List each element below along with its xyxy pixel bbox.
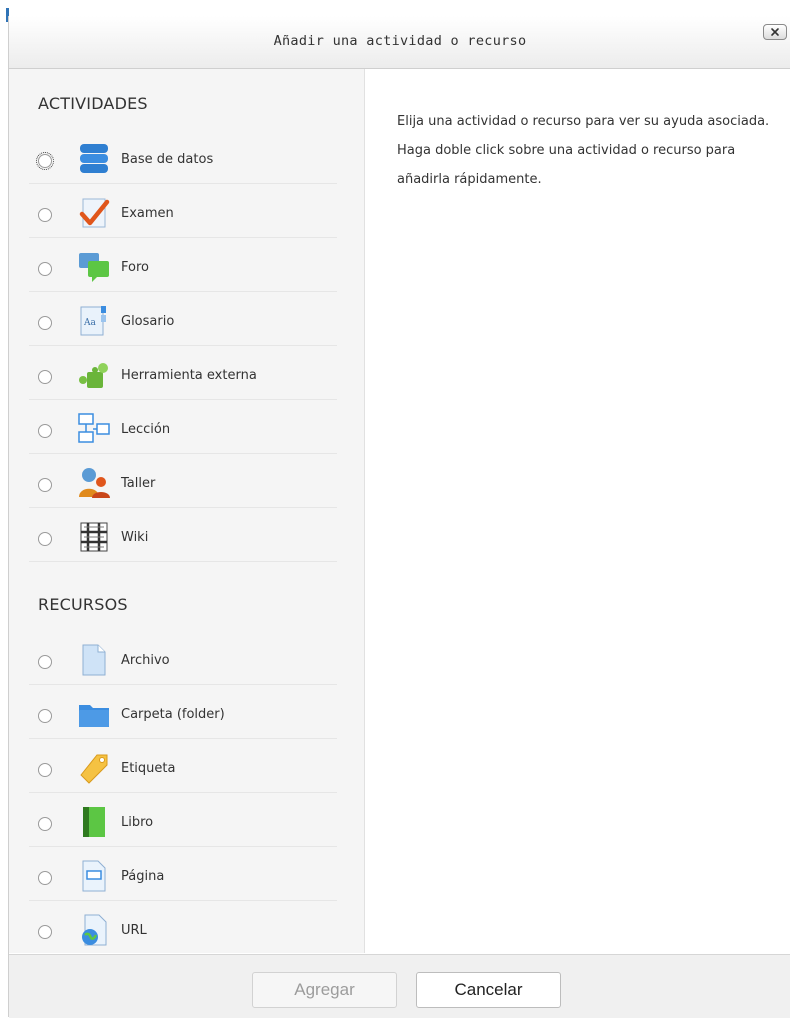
option-label: Taller bbox=[121, 476, 156, 491]
option-label: Lección bbox=[121, 422, 171, 437]
option-radio[interactable] bbox=[38, 370, 52, 384]
option-label: URL bbox=[121, 923, 147, 938]
option-radio[interactable] bbox=[38, 763, 52, 777]
svg-text:Aa: Aa bbox=[83, 318, 96, 328]
option-radio[interactable] bbox=[38, 532, 52, 546]
file-icon bbox=[82, 644, 106, 676]
option-url[interactable]: URL bbox=[29, 901, 337, 953]
quiz-icon bbox=[79, 198, 110, 228]
wiki-icon bbox=[80, 522, 108, 552]
dialog-header: Añadir una actividad o recurso bbox=[9, 16, 790, 69]
help-text: Elija una actividad o recurso para ver s… bbox=[397, 114, 770, 187]
option-pagina[interactable]: Página bbox=[29, 847, 337, 901]
option-leccion[interactable]: Lección bbox=[29, 400, 337, 454]
external-tool-icon bbox=[79, 363, 108, 388]
add-button[interactable]: Agregar bbox=[252, 972, 397, 1008]
option-radio[interactable] bbox=[36, 152, 54, 170]
option-radio[interactable] bbox=[38, 208, 52, 222]
option-radio[interactable] bbox=[38, 655, 52, 669]
add-activity-dialog: Añadir una actividad o recurso ACTIVIDAD… bbox=[8, 16, 790, 1018]
option-label: Etiqueta bbox=[121, 761, 176, 776]
option-radio[interactable] bbox=[38, 262, 52, 276]
option-radio[interactable] bbox=[38, 424, 52, 438]
resources-heading: RECURSOS bbox=[38, 595, 128, 614]
option-taller[interactable]: Taller bbox=[29, 454, 337, 508]
option-examen[interactable]: Examen bbox=[29, 184, 337, 238]
option-radio[interactable] bbox=[38, 817, 52, 831]
option-wiki[interactable]: Wiki bbox=[29, 508, 337, 562]
cancel-button[interactable]: Cancelar bbox=[416, 972, 561, 1008]
option-label: Herramienta externa bbox=[121, 368, 257, 383]
book-icon bbox=[83, 807, 105, 837]
option-radio[interactable] bbox=[38, 871, 52, 885]
help-panel: Elija una actividad o recurso para ver s… bbox=[365, 69, 790, 953]
option-label: Base de datos bbox=[121, 152, 214, 167]
option-label: Examen bbox=[121, 206, 174, 221]
option-carpeta[interactable]: Carpeta (folder) bbox=[29, 685, 337, 739]
close-icon bbox=[771, 28, 779, 36]
workshop-icon bbox=[79, 468, 110, 498]
option-label: Archivo bbox=[121, 653, 170, 668]
option-radio[interactable] bbox=[38, 316, 52, 330]
option-radio[interactable] bbox=[38, 709, 52, 723]
close-button[interactable] bbox=[763, 24, 787, 40]
page-icon bbox=[82, 860, 106, 892]
dialog-footer: Agregar Cancelar bbox=[9, 954, 790, 1018]
dialog-title: Añadir una actividad o recurso bbox=[273, 33, 527, 49]
option-archivo[interactable]: Archivo bbox=[29, 631, 337, 685]
folder-icon bbox=[79, 705, 109, 727]
option-label: Wiki bbox=[121, 530, 149, 545]
option-foro[interactable]: Foro bbox=[29, 238, 337, 292]
glossary-icon: Aa bbox=[80, 306, 106, 336]
option-label: Carpeta (folder) bbox=[121, 707, 225, 722]
option-radio[interactable] bbox=[38, 925, 52, 939]
activities-heading: ACTIVIDADES bbox=[38, 94, 148, 113]
lesson-icon bbox=[78, 413, 110, 443]
option-label: Libro bbox=[121, 815, 154, 830]
option-label: Glosario bbox=[121, 314, 175, 329]
option-libro[interactable]: Libro bbox=[29, 793, 337, 847]
option-radio[interactable] bbox=[38, 478, 52, 492]
option-label: Página bbox=[121, 869, 165, 884]
option-etiqueta[interactable]: Etiqueta bbox=[29, 739, 337, 793]
option-label: Foro bbox=[121, 260, 149, 275]
database-icon bbox=[80, 144, 108, 173]
option-base-de-datos[interactable]: Base de datos bbox=[29, 130, 337, 184]
forum-icon bbox=[79, 253, 109, 282]
url-icon bbox=[82, 914, 107, 946]
options-panel: ACTIVIDADES Base de datos Examen Foro Aa… bbox=[9, 69, 365, 953]
option-herramienta-externa[interactable]: Herramienta externa bbox=[29, 346, 337, 400]
option-glosario[interactable]: Aa Glosario bbox=[29, 292, 337, 346]
label-icon bbox=[80, 754, 108, 784]
